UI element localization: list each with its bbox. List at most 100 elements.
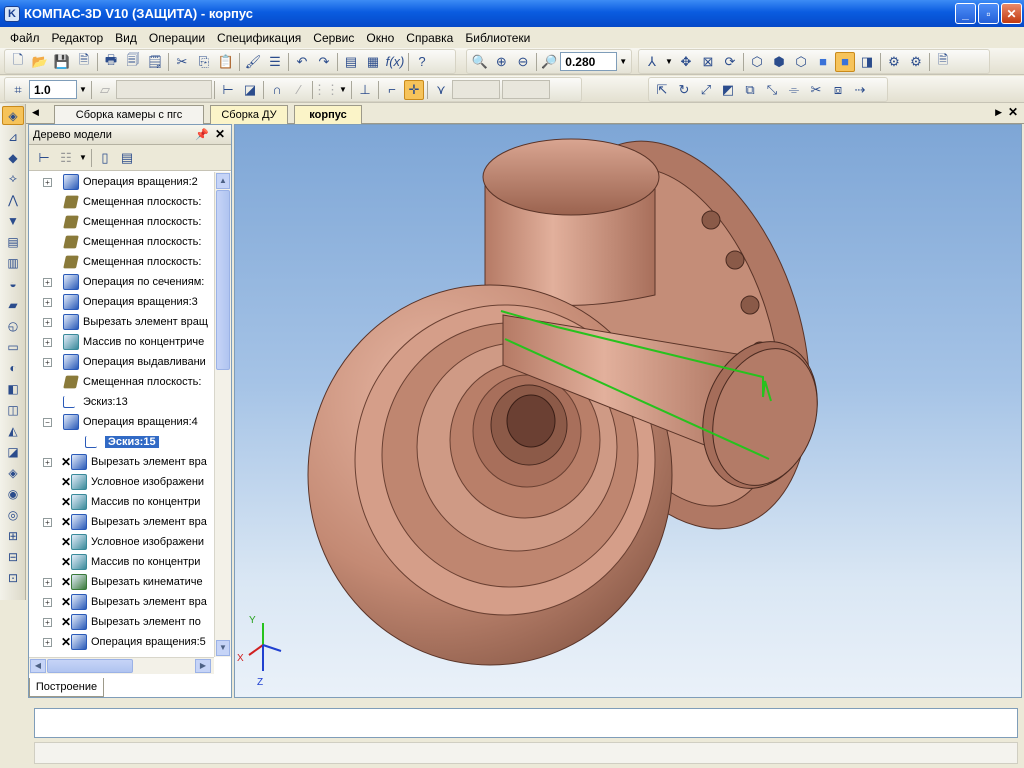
minimize-button[interactable]: _ xyxy=(955,3,976,24)
properties-tool-icon[interactable]: ⊟ xyxy=(2,547,24,566)
zoom-scale-icon[interactable]: 🔎 xyxy=(540,52,560,72)
reports-icon[interactable]: ▥ xyxy=(2,253,24,272)
tree-item[interactable]: + Массив по концентриче xyxy=(29,332,214,352)
expand-toggle-icon[interactable]: + xyxy=(43,298,52,307)
sweep-tool-icon[interactable]: ◐ xyxy=(2,358,24,377)
tree-item[interactable]: Смещенная плоскость: xyxy=(29,232,214,252)
context-help-icon[interactable]: ? xyxy=(412,52,432,72)
save-as-icon[interactable]: 🗎 xyxy=(74,52,94,72)
properties-list-icon[interactable]: ☰ xyxy=(265,52,285,72)
ortho-icon[interactable]: ⊥ xyxy=(355,80,375,100)
tree-filter-icon[interactable]: ☷ xyxy=(56,148,76,168)
scroll-thumb[interactable] xyxy=(216,190,230,370)
expand-toggle-icon[interactable]: + xyxy=(43,578,52,587)
variables-fx-icon[interactable]: f(x) xyxy=(385,52,405,72)
layer-icon[interactable]: ▱ xyxy=(95,80,115,100)
aux-geometry-icon[interactable]: ⟡ xyxy=(2,169,24,188)
expand-toggle-icon[interactable]: + xyxy=(43,338,52,347)
maximize-button[interactable]: ▫ xyxy=(978,3,999,24)
tree-item[interactable]: − Операция вращения:4 xyxy=(29,412,214,432)
menu-help[interactable]: Справка xyxy=(400,31,459,45)
hidden-lines-icon[interactable]: ⬢ xyxy=(769,52,789,72)
shaded-icon[interactable]: ■ xyxy=(813,52,833,72)
tree-item[interactable]: + Операция вращения:3 xyxy=(29,292,214,312)
copy-icon[interactable]: ⎘ xyxy=(194,52,214,72)
save-icon[interactable]: 💾 xyxy=(52,52,72,72)
tree-item[interactable]: + ✕ Вырезать элемент вра xyxy=(29,452,214,472)
shell-tool-icon[interactable]: ◭ xyxy=(2,421,24,440)
revolve-tool-icon[interactable]: ◵ xyxy=(2,316,24,335)
menu-file[interactable]: Файл xyxy=(4,31,46,45)
tree-item[interactable]: Смещенная плоскость: xyxy=(29,192,214,212)
tree-item[interactable]: + ✕ Вырезать кинематиче xyxy=(29,572,214,592)
menu-specification[interactable]: Спецификация xyxy=(211,31,307,45)
catalog-tool-icon[interactable]: ⊡ xyxy=(2,568,24,587)
redo-icon[interactable]: ↷ xyxy=(314,52,334,72)
curves-icon[interactable]: ◆ xyxy=(2,148,24,167)
close-button[interactable]: ✕ xyxy=(1001,3,1022,24)
tree-item[interactable]: ✕ Условное изображени xyxy=(29,532,214,552)
tree-item[interactable]: ✕ Условное изображени xyxy=(29,472,214,492)
arrow-right-icon[interactable]: ⇢ xyxy=(850,80,870,100)
chevron-down-icon[interactable]: ▼ xyxy=(663,53,675,70)
menu-operations[interactable]: Операции xyxy=(143,31,211,45)
kompas-app-icon[interactable]: K xyxy=(4,5,20,22)
menu-window[interactable]: Окно xyxy=(360,31,400,45)
tree-horizontal-scrollbar[interactable]: ◀ ▶ xyxy=(29,657,214,674)
hole-tool-icon[interactable]: ◎ xyxy=(2,505,24,524)
chevron-down-icon[interactable]: ▼ xyxy=(337,81,349,98)
hidden-thin-icon[interactable]: ⬡ xyxy=(791,52,811,72)
pan-icon[interactable]: ✥ xyxy=(676,52,696,72)
tree-item[interactable]: Смещенная плоскость: xyxy=(29,372,214,392)
scroll-up-icon[interactable]: ▲ xyxy=(216,173,230,189)
undo-icon[interactable]: ↶ xyxy=(292,52,312,72)
chevron-down-icon[interactable]: ▼ xyxy=(617,53,629,70)
rotate-obj-icon[interactable]: ↻ xyxy=(674,80,694,100)
menu-libraries[interactable]: Библиотеки xyxy=(459,31,536,45)
tree-item[interactable]: + Вырезать элемент вращ xyxy=(29,312,214,332)
tree-item[interactable]: ✕ Массив по концентри xyxy=(29,492,214,512)
spec-icon[interactable]: ▤ xyxy=(2,232,24,251)
tree-item[interactable]: Эскиз:15 xyxy=(29,432,214,452)
close-panel-icon[interactable]: ✕ xyxy=(215,127,225,141)
close-document-icon[interactable]: ✕ xyxy=(1008,105,1018,119)
expand-toggle-icon[interactable]: + xyxy=(43,598,52,607)
dimensions-icon[interactable]: ⋀ xyxy=(2,190,24,209)
menu-edit[interactable]: Редактор xyxy=(46,31,110,45)
tabs-scroll-right-icon[interactable]: ▶ xyxy=(995,107,1002,118)
symmetry-icon[interactable]: ◩ xyxy=(718,80,738,100)
open-folder-icon[interactable]: 📂 xyxy=(30,52,50,72)
properties-brush-icon[interactable]: 🖌 xyxy=(243,52,263,72)
sheet-metal-icon[interactable]: ◒ xyxy=(2,274,24,293)
snap-grid-icon[interactable]: ⌗ xyxy=(8,80,28,100)
cursor-snap-icon[interactable]: ✛ xyxy=(404,79,424,100)
shaded-edges-icon[interactable]: ■ xyxy=(835,51,855,72)
move-icon[interactable]: ⇱ xyxy=(652,80,672,100)
expand-toggle-icon[interactable]: + xyxy=(43,318,52,327)
expand-toggle-icon[interactable]: + xyxy=(43,358,52,367)
paste-icon[interactable]: 📋 xyxy=(216,52,236,72)
copy-props-icon[interactable]: ⧈ xyxy=(828,80,848,100)
expand-toggle-icon[interactable]: + xyxy=(43,178,52,187)
display-settings-icon[interactable]: ⚙ xyxy=(884,52,904,72)
chevron-down-icon[interactable]: ▼ xyxy=(77,81,89,98)
coords-icon[interactable]: ⋎ xyxy=(431,80,451,100)
title-bar[interactable]: K КОМПАС-3D V10 (ЗАЩИТА) - корпус _ ▫ ✕ xyxy=(0,0,1024,27)
chevron-down-icon[interactable]: ▼ xyxy=(77,149,89,166)
tab-korpus[interactable]: корпус xyxy=(294,105,362,124)
tree-item[interactable]: + Операция по сечениям: xyxy=(29,272,214,292)
expand-toggle-icon[interactable]: + xyxy=(43,278,52,287)
perspective-icon[interactable]: ◨ xyxy=(857,52,877,72)
step-field[interactable]: 1.0 xyxy=(29,80,77,99)
library-manager-icon[interactable]: ▦ xyxy=(363,52,383,72)
zoom-fit-icon[interactable]: ⊠ xyxy=(698,52,718,72)
tree-item[interactable]: + ✕ Вырезать элемент по xyxy=(29,612,214,632)
scroll-down-icon[interactable]: ▼ xyxy=(216,640,230,656)
cut-tool-icon[interactable]: ◧ xyxy=(2,379,24,398)
measure-tool-icon[interactable]: ⊞ xyxy=(2,526,24,545)
break-icon[interactable]: ⌯ xyxy=(784,80,804,100)
angle-snap-icon[interactable]: ⌐ xyxy=(382,80,402,100)
loft-tool-icon[interactable]: ▭ xyxy=(2,337,24,356)
fillet-tool-icon[interactable]: ◫ xyxy=(2,400,24,419)
zoom-scale-field[interactable]: 0.280 xyxy=(560,52,618,71)
